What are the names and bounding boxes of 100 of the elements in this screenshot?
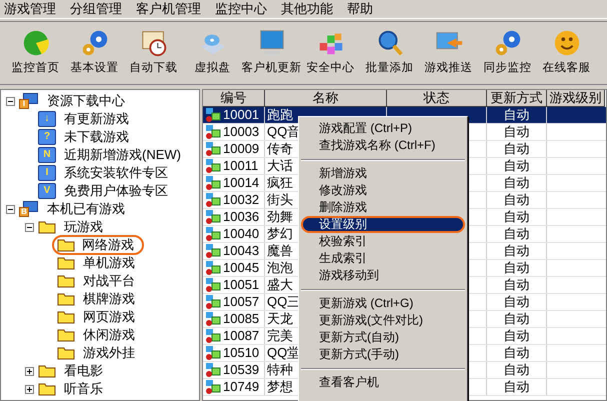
table-cell: 自动 (504, 260, 530, 275)
menu-item[interactable]: 更新方式(自动) (301, 329, 465, 346)
toolbar-button[interactable]: 安全中心 (301, 23, 360, 83)
expand-toggle[interactable] (25, 384, 34, 394)
menu-item[interactable]: 校验索引 (301, 233, 465, 250)
table-cell: 10510 (223, 345, 260, 361)
tree-item[interactable]: 近期新增游戏(NEW) (59, 145, 186, 165)
tree-item[interactable]: 网络游戏 (52, 235, 144, 255)
table-cell: 完美 (267, 328, 293, 343)
monitor-icon: I (38, 165, 56, 181)
computer-icon (205, 141, 221, 157)
computer-icon (205, 294, 221, 310)
tree-item[interactable]: 未下载游戏 (59, 127, 134, 147)
table-cell: 跑跑 (267, 107, 293, 122)
table-cell: 自动 (504, 379, 530, 394)
tree-item[interactable]: 免费用户体验专区 (59, 181, 173, 201)
menu-item[interactable]: 更新方式(手动) (301, 346, 465, 363)
folder-icon (38, 382, 56, 396)
menu-item[interactable]: 删除游戏 (301, 199, 465, 216)
menu-item[interactable]: 游戏移动到 (301, 267, 465, 284)
table-cell: 自动 (504, 277, 530, 292)
tree-item[interactable]: 单机游戏 (78, 253, 140, 273)
column-header[interactable]: 游戏级别 (547, 90, 605, 107)
menu-item[interactable]: 设置级别 (301, 216, 465, 233)
table-cell: 梦幻 (267, 226, 293, 241)
monitor-icon: ? (38, 129, 56, 145)
menu-item[interactable]: 新增游戏 (301, 165, 465, 182)
table-cell: 10014 (223, 175, 260, 191)
tree-item[interactable]: 网页游戏 (78, 307, 140, 327)
table-cell: 10749 (223, 379, 260, 395)
folder-icon (57, 346, 75, 360)
tree-item[interactable]: 对战平台 (78, 271, 140, 291)
table-cell: 自动 (504, 345, 530, 360)
menu-item[interactable]: 其他功能 (281, 0, 333, 19)
table-cell: 10040 (223, 226, 260, 242)
column-header[interactable]: 状态 (387, 90, 487, 107)
table-cell: 劲舞 (267, 209, 293, 224)
toolbar-button[interactable]: 基本设置 (65, 23, 124, 83)
toolbar-button[interactable]: 客户机更新 (242, 23, 301, 83)
table-cell: 10087 (223, 328, 260, 344)
tree-item[interactable]: 系统安装软件专区 (59, 163, 173, 183)
table-cell: 特种 (267, 362, 293, 377)
monitor-icon: ↓ (38, 111, 56, 127)
table-cell: 10003 (223, 124, 260, 140)
expand-toggle[interactable] (25, 366, 34, 376)
menu-item[interactable]: 分组管理 (70, 0, 122, 19)
toolbar-button[interactable]: 同步监控 (478, 23, 537, 83)
computer-icon (205, 260, 221, 276)
table-cell: 自动 (504, 226, 530, 241)
collapse-toggle[interactable] (6, 96, 15, 106)
tree-item[interactable]: 听音乐 (59, 379, 108, 399)
table-cell: 自动 (504, 107, 530, 122)
collapse-toggle[interactable] (25, 222, 34, 232)
table-cell: 10057 (223, 294, 260, 310)
menu-item[interactable]: 更新游戏 (Ctrl+G) (301, 295, 465, 312)
tree-item[interactable]: 资源下载中心 (42, 91, 130, 111)
table-cell: 10001 (223, 107, 260, 123)
tree-item[interactable]: 看电影 (59, 361, 108, 381)
toolbar-button[interactable]: 虚拟盘 (183, 23, 242, 83)
menu-item[interactable]: 更新游戏(文件对比) (301, 312, 465, 329)
column-header[interactable]: 名称 (265, 90, 387, 107)
table-cell: 自动 (504, 175, 530, 190)
menu-item[interactable]: 监控中心 (215, 0, 267, 19)
toolbar-button[interactable]: 在线客服 (537, 23, 596, 83)
menu-item[interactable]: 查看客户机 (301, 374, 465, 391)
tree-item[interactable]: 休闲游戏 (78, 325, 140, 345)
menu-item[interactable]: 查找游戏名称 (Ctrl+F) (301, 137, 465, 154)
folder-icon (38, 364, 56, 378)
toolbar-button[interactable]: 自动下载 (124, 23, 183, 83)
computer-icon (205, 328, 221, 344)
toolbar-button[interactable]: 批量添加 (360, 23, 419, 83)
menu-item[interactable]: 生成索引 (301, 250, 465, 267)
tree-item[interactable]: 棋牌游戏 (78, 289, 140, 309)
table-cell: 自动 (504, 328, 530, 343)
computer-icon (205, 124, 221, 140)
computer-icon (205, 192, 221, 208)
toolbar-button[interactable]: 监控首页 (6, 23, 65, 83)
menu-item[interactable]: 帮助 (347, 0, 373, 19)
menu-item[interactable]: 游戏管理 (4, 0, 56, 19)
column-header[interactable]: 更新方式 (487, 90, 547, 107)
computer-icon (205, 175, 221, 191)
table-cell: 泡泡 (267, 260, 293, 275)
collapse-toggle[interactable] (6, 204, 15, 214)
folder-icon (57, 328, 75, 342)
tree-item[interactable]: 玩游戏 (59, 217, 108, 237)
menu-item[interactable]: 修改游戏 (301, 182, 465, 199)
table-cell: 10032 (223, 192, 260, 208)
table-cell: QQ三 (267, 294, 300, 309)
folder-icon (38, 220, 56, 234)
computer-icon (205, 209, 221, 225)
column-header[interactable]: 编号 (203, 90, 265, 107)
table-cell: 10011 (223, 158, 258, 174)
tree-item[interactable]: 游戏外挂 (78, 343, 140, 363)
table-cell: 自动 (504, 311, 530, 326)
toolbar-button[interactable]: 游戏推送 (419, 23, 478, 83)
tree-item[interactable]: 本机已有游戏 (42, 199, 130, 219)
computer-icon (205, 345, 221, 361)
table-cell: QQ音 (267, 124, 300, 139)
menu-item[interactable]: 客户机管理 (136, 0, 201, 19)
tree-item[interactable]: 有更新游戏 (59, 109, 134, 129)
